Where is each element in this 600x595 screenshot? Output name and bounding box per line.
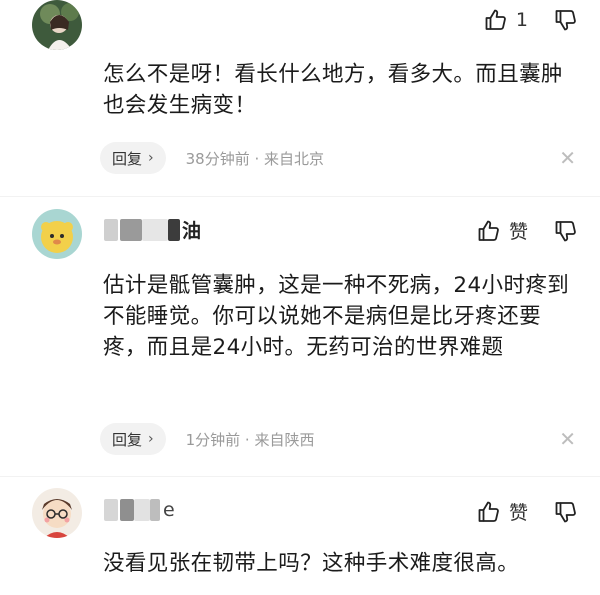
blurred-username xyxy=(142,218,168,241)
thumbs-down-icon[interactable] xyxy=(554,500,578,524)
blurred-username xyxy=(134,499,150,521)
divider xyxy=(0,476,600,477)
avatar[interactable] xyxy=(32,209,82,259)
comment-text: 没看见张在韧带上吗？这种手术难度很高。 xyxy=(103,551,520,576)
avatar[interactable] xyxy=(32,488,82,538)
reply-button[interactable]: 回复 › xyxy=(100,423,166,455)
divider xyxy=(0,196,600,197)
comment-actions: 赞 xyxy=(477,498,578,525)
username[interactable]: 油 xyxy=(104,216,201,243)
time-location: 1分钟前 · 来自陕西 xyxy=(185,430,315,449)
avatar[interactable] xyxy=(32,0,82,50)
close-icon[interactable]: ✕ xyxy=(559,427,576,451)
thumbs-up-icon xyxy=(477,500,501,524)
blurred-username xyxy=(120,499,134,521)
reply-label: 回复 xyxy=(112,430,143,449)
reply-label: 回复 xyxy=(112,149,143,168)
blurred-username xyxy=(120,218,142,241)
comment-meta: 回复 › 38分钟前 · 来自北京 ✕ xyxy=(100,138,576,178)
comment-actions: 赞 xyxy=(477,217,578,244)
username-text: 油 xyxy=(182,220,202,242)
comment-text: 怎么不是呀！看长什么地方，看多大。而且囊肿也会发生病变！ xyxy=(103,62,563,118)
blurred-username xyxy=(150,499,160,521)
username[interactable]: e xyxy=(104,499,175,521)
time-location: 38分钟前 · 来自北京 xyxy=(185,149,325,168)
like-label: 赞 xyxy=(508,502,528,524)
comment-meta: 回复 › 1分钟前 · 来自陕西 ✕ xyxy=(100,419,576,459)
blurred-username xyxy=(104,499,118,521)
like-button[interactable]: 赞 xyxy=(477,217,528,244)
close-icon[interactable]: ✕ xyxy=(559,146,576,170)
like-count: 1 xyxy=(515,9,528,31)
blurred-username xyxy=(168,218,180,241)
like-label: 赞 xyxy=(508,221,528,243)
chevron-right-icon: › xyxy=(148,150,154,166)
comment-actions: 1 xyxy=(484,8,578,32)
blurred-username xyxy=(104,218,118,241)
thumbs-up-icon xyxy=(484,8,508,32)
thumbs-down-icon[interactable] xyxy=(554,8,578,32)
like-button[interactable]: 1 xyxy=(484,8,528,32)
thumbs-down-icon[interactable] xyxy=(554,219,578,243)
chevron-right-icon: › xyxy=(148,431,154,447)
username-text: e xyxy=(163,499,175,521)
thumbs-up-icon xyxy=(477,219,501,243)
like-button[interactable]: 赞 xyxy=(477,498,528,525)
comment-text: 估计是骶管囊肿，这是一种不死病，24小时疼到不能睡觉。你可以说她不是病但是比牙疼… xyxy=(103,273,570,360)
reply-button[interactable]: 回复 › xyxy=(100,142,166,174)
